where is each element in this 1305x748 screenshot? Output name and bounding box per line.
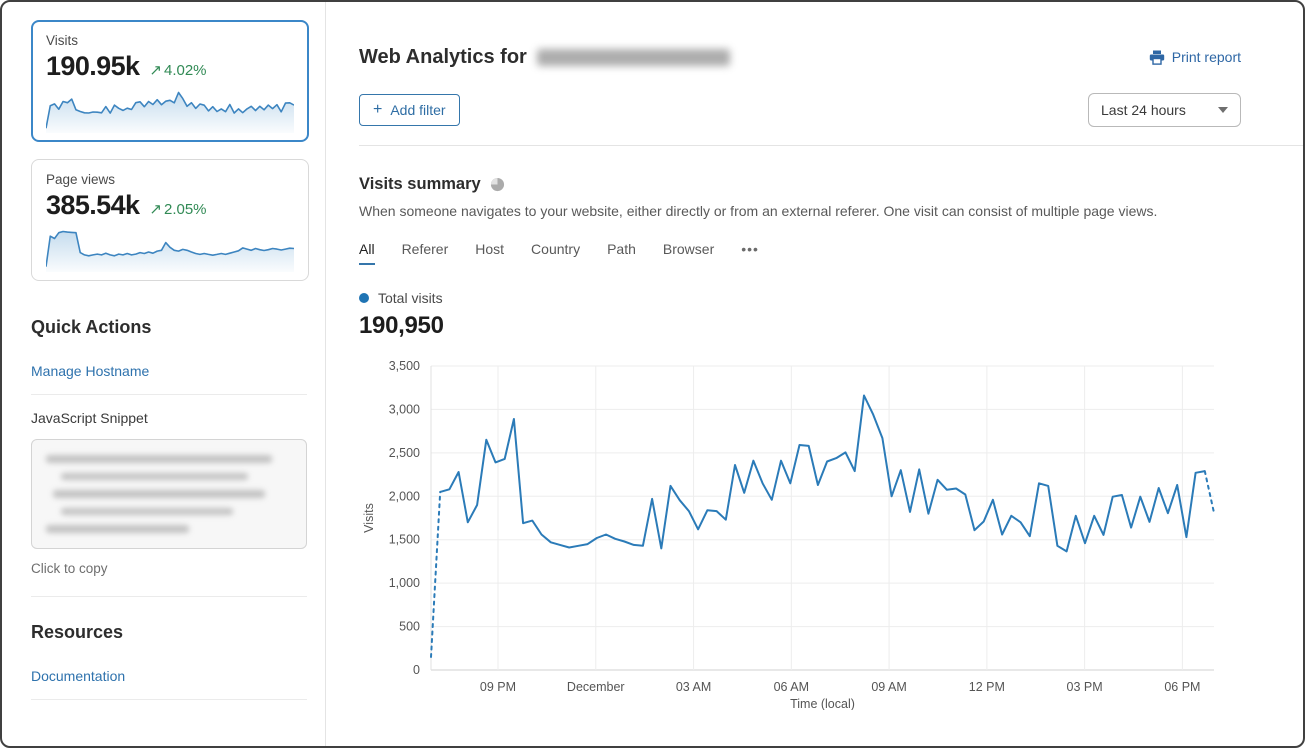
svg-text:03 AM: 03 AM	[676, 680, 711, 694]
javascript-snippet-box[interactable]	[31, 439, 307, 549]
svg-text:3,500: 3,500	[389, 359, 420, 373]
divider	[31, 394, 307, 395]
metric-card-value: 385.54k	[46, 190, 139, 221]
tab-browser[interactable]: Browser	[663, 241, 714, 265]
svg-text:03 PM: 03 PM	[1067, 680, 1103, 694]
resources-title: Resources	[31, 622, 309, 643]
documentation-link[interactable]: Documentation	[31, 668, 125, 684]
trend-up-icon: ↗	[149, 62, 162, 79]
main-content: Web Analytics for Print report + Add fil…	[326, 2, 1303, 746]
chart-legend: Total visits	[359, 290, 1241, 306]
divider	[359, 145, 1303, 146]
divider	[31, 699, 307, 700]
visits-summary-description: When someone navigates to your website, …	[359, 203, 1241, 219]
metric-card-change: 4.02%	[164, 62, 207, 79]
plus-icon: +	[373, 104, 382, 116]
svg-text:12 PM: 12 PM	[969, 680, 1005, 694]
web-analytics-dashboard: Visits 190.95k ↗4.02% Page views 385.54k…	[0, 0, 1305, 748]
svg-text:Visits: Visits	[362, 503, 376, 533]
svg-text:0: 0	[413, 663, 420, 677]
redacted-code-line	[46, 525, 189, 533]
redacted-code-line	[46, 455, 272, 463]
manage-hostname-link[interactable]: Manage Hostname	[31, 363, 149, 379]
svg-text:2,500: 2,500	[389, 446, 420, 460]
tab-all[interactable]: All	[359, 241, 375, 265]
svg-text:3,000: 3,000	[389, 402, 420, 416]
tab-referer[interactable]: Referer	[402, 241, 449, 265]
legend-label: Total visits	[378, 290, 443, 306]
trend-up-icon: ↗	[149, 201, 162, 218]
svg-text:06 AM: 06 AM	[774, 680, 809, 694]
redacted-code-line	[53, 490, 265, 498]
metric-card-value: 190.95k	[46, 51, 139, 82]
visits-summary-title: Visits summary	[359, 175, 481, 194]
svg-text:2,000: 2,000	[389, 489, 420, 503]
page-title: Web Analytics for	[359, 46, 730, 69]
svg-text:December: December	[567, 680, 625, 694]
visits-line-chart: 0 500 1,000 1,500 2,000 2,500 3,000 3,500 09 PM D…	[359, 354, 1239, 710]
javascript-snippet-label: JavaScript Snippet	[31, 410, 309, 426]
svg-text:1,500: 1,500	[389, 533, 420, 547]
divider	[31, 596, 307, 597]
svg-text:1,000: 1,000	[389, 576, 420, 590]
redacted-code-line	[61, 508, 233, 516]
add-filter-button[interactable]: + Add filter	[359, 94, 460, 126]
tab-more[interactable]: •••	[741, 241, 759, 265]
chevron-down-icon	[1218, 107, 1228, 113]
svg-text:09 PM: 09 PM	[480, 680, 516, 694]
time-range-select[interactable]: Last 24 hours	[1088, 93, 1241, 127]
redacted-domain	[537, 49, 730, 66]
svg-text:09 AM: 09 AM	[871, 680, 906, 694]
visits-sparkline	[46, 87, 294, 133]
sidebar: Visits 190.95k ↗4.02% Page views 385.54k…	[2, 2, 326, 746]
tab-host[interactable]: Host	[475, 241, 504, 265]
metric-card-visits[interactable]: Visits 190.95k ↗4.02%	[31, 20, 309, 142]
metric-card-label: Page views	[46, 172, 294, 187]
svg-text:Time (local): Time (local)	[790, 697, 855, 710]
metric-card-page-views[interactable]: Page views 385.54k ↗2.05%	[31, 159, 309, 281]
dimension-tabs: All Referer Host Country Path Browser ••…	[359, 241, 1241, 265]
quick-actions-title: Quick Actions	[31, 317, 309, 338]
pie-chart-icon	[490, 177, 505, 192]
svg-text:06 PM: 06 PM	[1164, 680, 1200, 694]
printer-icon	[1149, 50, 1165, 65]
svg-text:500: 500	[399, 620, 420, 634]
metric-card-change: 2.05%	[164, 201, 207, 218]
print-report-button[interactable]: Print report	[1149, 49, 1241, 65]
tab-country[interactable]: Country	[531, 241, 580, 265]
legend-dot-icon	[359, 293, 369, 303]
total-visits-value: 190,950	[359, 312, 1241, 340]
click-to-copy-hint: Click to copy	[31, 561, 309, 576]
visits-summary-section: Visits summary When someone navigates to…	[359, 175, 1303, 715]
page-views-sparkline	[46, 226, 294, 272]
tab-path[interactable]: Path	[607, 241, 636, 265]
redacted-code-line	[61, 473, 248, 481]
time-range-value: Last 24 hours	[1101, 102, 1186, 118]
metric-card-label: Visits	[46, 33, 294, 48]
